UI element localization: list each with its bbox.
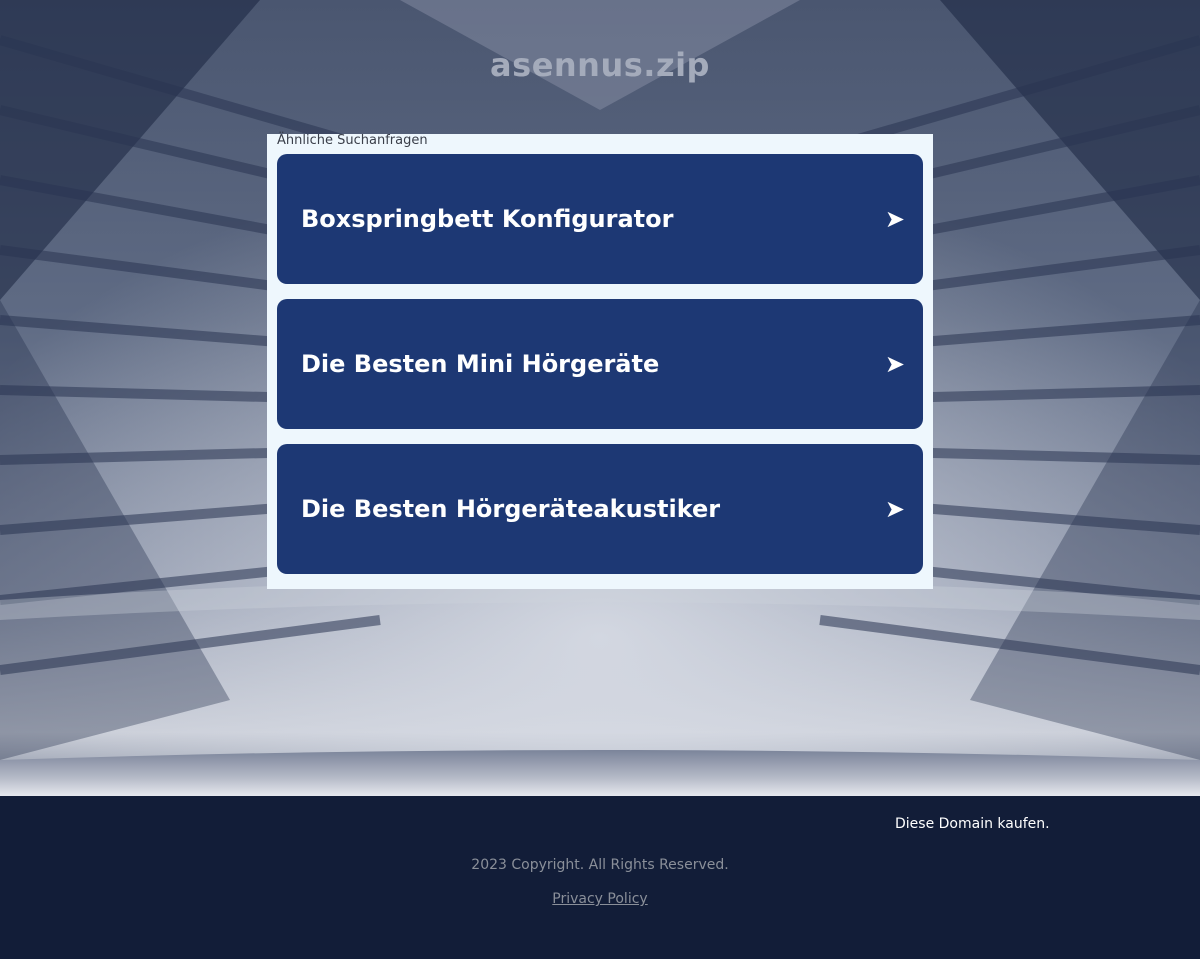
buy-domain-link[interactable]: Diese Domain kaufen. [895,816,1050,832]
copyright-text: 2023 Copyright. All Rights Reserved. [471,857,729,873]
search-result-link-3[interactable]: Die Besten Hörgeräteakustiker ➤ [277,444,923,574]
search-result-link-1[interactable]: Boxspringbett Konfigurator ➤ [277,154,923,284]
search-result-link-2[interactable]: Die Besten Mini Hörgeräte ➤ [277,299,923,429]
privacy-container: Privacy Policy [0,891,1200,907]
search-result-label: Die Besten Mini Hörgeräte [301,350,660,378]
site-title: asennus.zip [490,46,710,84]
privacy-policy-link[interactable]: Privacy Policy [552,891,647,907]
related-searches-panel: Ähnliche Suchanfragen Boxspringbett Konf… [267,134,933,589]
arrow-right-icon: ➤ [884,350,905,378]
search-result-label: Die Besten Hörgeräteakustiker [301,495,721,523]
arrow-right-icon: ➤ [884,495,905,523]
search-result-label: Boxspringbett Konfigurator [301,205,674,233]
related-searches-heading: Ähnliche Suchanfragen [277,133,428,148]
arrow-right-icon: ➤ [884,205,905,233]
